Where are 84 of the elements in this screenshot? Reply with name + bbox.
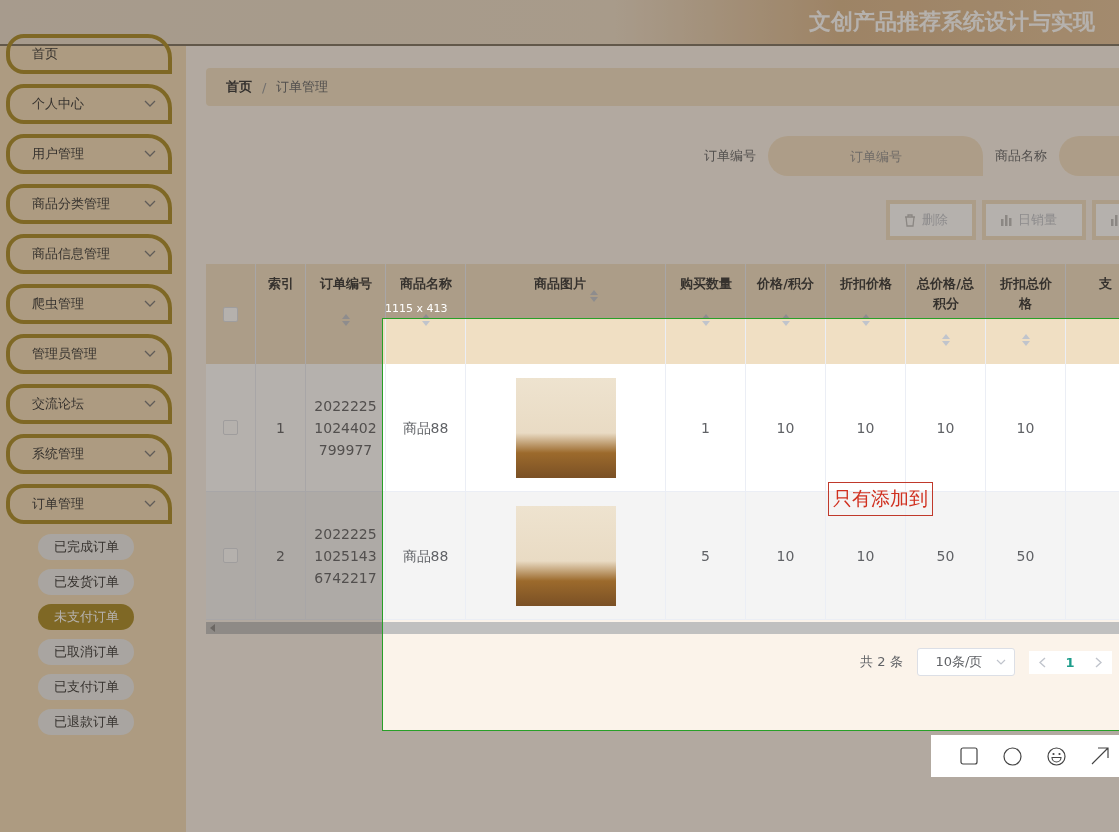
text-annotation[interactable]: 只有添加到 bbox=[828, 482, 933, 516]
app-title: 文创产品推荐系统设计与实现 bbox=[809, 8, 1096, 36]
table-cell-text: 1 bbox=[701, 418, 710, 438]
table-cell-text: 2 bbox=[276, 546, 285, 566]
bar-chart-icon bbox=[1110, 214, 1119, 226]
sidebar-item[interactable]: 订单管理 bbox=[6, 484, 172, 524]
chevron-icon bbox=[995, 659, 1006, 665]
search-field[interactable]: 订单编号 bbox=[768, 136, 983, 176]
table-cell-text: 5 bbox=[701, 546, 710, 566]
bar-chart-icon bbox=[1000, 214, 1012, 226]
checkbox[interactable] bbox=[223, 306, 238, 322]
sort-icon[interactable] bbox=[589, 290, 598, 302]
chevron-icon bbox=[144, 200, 156, 208]
selection-size-label: 1115 x 413 bbox=[385, 302, 448, 315]
breadcrumb-link[interactable]: 订单管理 bbox=[276, 78, 329, 96]
chevron-icon bbox=[144, 150, 156, 158]
submenu-item[interactable]: 已退款订单 bbox=[38, 709, 134, 735]
table-cell-text: 商品88 bbox=[402, 418, 449, 438]
submenu-item[interactable]: 未支付订单 bbox=[38, 604, 134, 630]
chevron-icon bbox=[144, 400, 156, 408]
breadcrumb-separator: / bbox=[262, 79, 267, 95]
previous-page-icon[interactable] bbox=[1038, 656, 1046, 668]
column-header: 商品图片 bbox=[533, 275, 586, 293]
table-cell-text: 202222510251436742217 bbox=[314, 524, 377, 588]
chevron-icon bbox=[144, 300, 156, 308]
capture-selection-frame[interactable] bbox=[382, 318, 1119, 731]
table-cell-text: 50 bbox=[936, 546, 955, 566]
column-header: 价格/积分 bbox=[757, 275, 814, 293]
column-header: 订单编号 bbox=[319, 275, 372, 293]
column-header: 支 bbox=[1099, 275, 1112, 293]
sort-icon[interactable] bbox=[861, 314, 870, 326]
ellipse-tool-icon[interactable] bbox=[1003, 746, 1022, 766]
sort-icon[interactable] bbox=[421, 314, 430, 326]
table-cell-text: 10 bbox=[856, 418, 875, 438]
breadcrumb-link[interactable]: 首页 bbox=[226, 78, 252, 96]
table-cell-text: 50 bbox=[1016, 546, 1035, 566]
table-cell-text: 商品88 bbox=[402, 546, 449, 566]
sidebar-item[interactable]: 商品信息管理 bbox=[6, 234, 172, 274]
submenu-item[interactable]: 已完成订单 bbox=[38, 534, 134, 560]
sort-icon[interactable] bbox=[701, 314, 710, 326]
submenu-item[interactable]: 已支付订单 bbox=[38, 674, 134, 700]
scroll-left-icon[interactable] bbox=[210, 624, 216, 632]
sort-icon[interactable] bbox=[941, 334, 950, 346]
sort-icon[interactable] bbox=[781, 314, 790, 326]
column-header: 总价格/总积分 bbox=[915, 275, 975, 313]
chevron-icon bbox=[144, 100, 156, 108]
sidebar-item[interactable]: 爬虫管理 bbox=[6, 284, 172, 324]
submenu-item[interactable]: 已取消订单 bbox=[38, 639, 134, 665]
column-header: 折扣总价格 bbox=[998, 275, 1053, 313]
sidebar-item[interactable]: 个人中心 bbox=[6, 84, 172, 124]
trash-icon bbox=[904, 213, 916, 227]
column-header: 购买数量 bbox=[679, 275, 732, 293]
page-size-select[interactable]: 10条/页 bbox=[916, 648, 1015, 676]
chevron-icon bbox=[144, 250, 156, 258]
table-cell-text: 10 bbox=[1016, 418, 1035, 438]
column-header: 折扣价格 bbox=[839, 275, 892, 293]
rectangle-tool-icon[interactable] bbox=[960, 747, 978, 765]
chevron-icon bbox=[144, 500, 156, 508]
sidebar-item[interactable]: 管理员管理 bbox=[6, 334, 172, 374]
horizontal-scrollbar[interactable] bbox=[206, 622, 1119, 634]
sort-icon[interactable] bbox=[341, 314, 350, 326]
sidebar-item[interactable]: 系统管理 bbox=[6, 434, 172, 474]
search-label: 订单编号 bbox=[704, 147, 756, 165]
chevron-icon bbox=[144, 450, 156, 458]
table-cell-text: 10 bbox=[776, 546, 795, 566]
table-cell-text: 10 bbox=[936, 418, 955, 438]
sidebar-item[interactable]: 商品分类管理 bbox=[6, 184, 172, 224]
table-cell-text: 1 bbox=[276, 418, 285, 438]
page-number[interactable]: 1 bbox=[1065, 654, 1075, 670]
sidebar-item[interactable]: 用户管理 bbox=[6, 134, 172, 174]
search-label: 商品名称 bbox=[995, 147, 1047, 165]
chevron-icon bbox=[144, 350, 156, 358]
column-header: 索引 bbox=[267, 275, 294, 293]
table-cell-text: 20222251024402799977 bbox=[314, 396, 377, 460]
sort-icon[interactable] bbox=[1021, 334, 1030, 346]
submenu-item[interactable]: 已发货订单 bbox=[38, 569, 134, 595]
sidebar-item[interactable]: 交流论坛 bbox=[6, 384, 172, 424]
total-count: 共 2 条 bbox=[860, 653, 903, 671]
column-header: 商品名称 bbox=[399, 275, 452, 293]
smiley-icon[interactable] bbox=[1047, 746, 1066, 766]
next-page-icon[interactable] bbox=[1094, 656, 1102, 668]
table-cell-text: 10 bbox=[776, 418, 795, 438]
arrow-tool-icon[interactable] bbox=[1091, 747, 1109, 765]
table-cell-text: 10 bbox=[856, 546, 875, 566]
